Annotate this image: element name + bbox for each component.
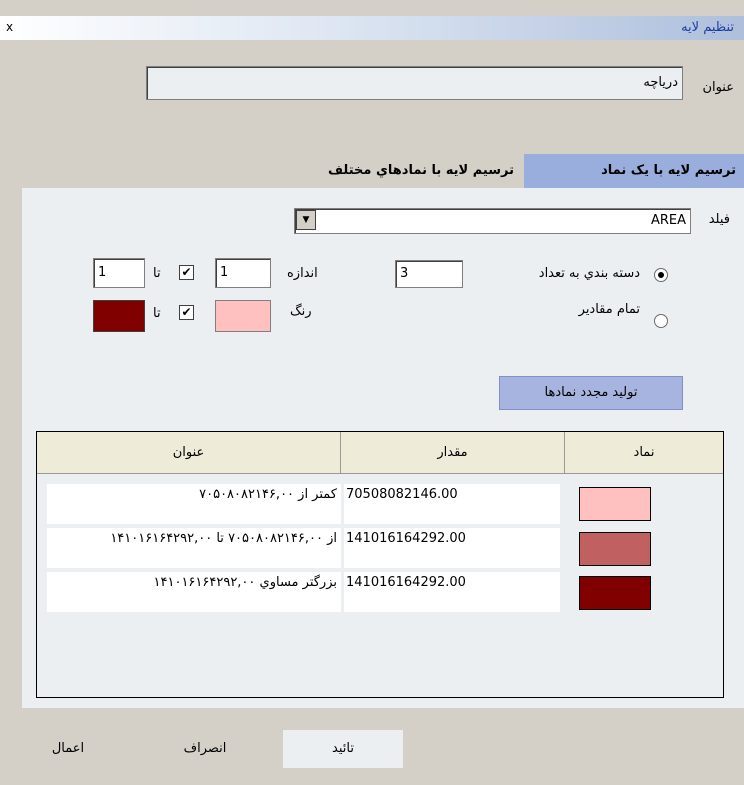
row-3-title: بزرگتر مساوي ۱۴۱۰۱۶۱۶۴۲۹۲,۰۰ [47,572,341,612]
header-value[interactable]: مقدار [341,432,565,474]
row-3-value: 141016164292.00 [344,572,560,612]
row-2-value: 141016164292.00 [344,528,560,568]
color-label: رنگ [290,304,312,319]
apply-button[interactable]: اعمال [8,730,128,768]
color-to-swatch[interactable] [93,300,145,332]
regenerate-symbols-button[interactable]: توليد مجدد نمادها [499,376,683,410]
color-checkbox[interactable]: ✔ [179,305,194,320]
title-label: عنوان [702,80,734,95]
tab-single-symbol[interactable]: ترسيم لايه با يک نماد [524,154,744,188]
cancel-button[interactable]: انصراف [145,730,265,768]
radio-classify-count[interactable] [654,268,668,282]
symbol-table: عنوان مقدار نماد 70508082146.00 کمتر از … [36,431,724,698]
radio-all-values[interactable] [654,314,668,328]
ok-button[interactable]: تائيد [283,730,403,768]
row-1-symbol-swatch[interactable] [579,487,651,521]
title-input[interactable]: درياچه [146,66,683,100]
all-values-label: تمام مقادير [578,302,640,317]
row-2-title: از ۷۰۵۰۸۰۸۲۱۴۶,۰۰ تا ۱۴۱۰۱۶۱۶۴۲۹۲,۰۰ [47,528,341,568]
row-1-value: 70508082146.00 [344,484,560,524]
field-select[interactable]: AREA [294,208,691,234]
size-to-label: تا [153,266,161,281]
size-from-input[interactable]: 1 [215,258,271,288]
size-checkbox[interactable]: ✔ [179,265,194,280]
color-from-swatch[interactable] [215,300,271,332]
chevron-down-icon[interactable]: ▼ [296,210,316,230]
size-to-input[interactable]: 1 [93,258,145,288]
close-icon[interactable]: x [6,20,13,34]
title-bar: x تنظيم لايه [0,16,744,40]
row-1-title: کمتر از ۷۰۵۰۸۰۸۲۱۴۶,۰۰ [47,484,341,524]
row-3-symbol-swatch[interactable] [579,576,651,610]
class-count-input[interactable]: 3 [395,260,463,288]
header-symbol[interactable]: نماد [565,432,723,474]
tab-multiple-symbols[interactable]: ترسيم لايه با نمادهاي مختلف [222,154,524,188]
window-title: تنظيم لايه [681,20,734,35]
row-2-symbol-swatch[interactable] [579,532,651,566]
size-label: اندازه [287,266,318,281]
field-label: فيلد [708,212,730,227]
header-title[interactable]: عنوان [37,432,341,474]
color-to-label: تا [153,306,161,321]
classify-count-label: دسته بندي به تعداد [538,266,640,281]
layer-settings-window: x تنظيم لايه عنوان درياچه ترسيم لايه با … [0,0,744,785]
